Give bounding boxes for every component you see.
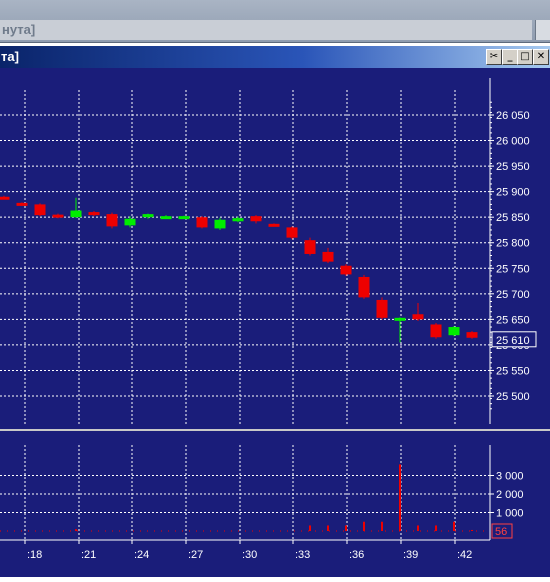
candles [0,195,478,343]
candle-body [430,324,442,338]
candle-body [268,223,280,227]
chart-area[interactable]: 26 050 26 000 25 950 25 900 25 850 25 800 25 7… [0,68,550,577]
candle-body [34,204,46,216]
candle-body [304,240,316,254]
candle-body [466,332,478,338]
candle-body [394,317,406,321]
time-label: :30 [242,549,257,561]
outer-window-edge [535,20,550,40]
time-label: :18 [27,549,42,561]
price-label: 25 750 [496,263,530,275]
volume-bar [309,525,311,531]
pin-button[interactable]: ✂ [486,49,502,65]
candle-body [88,212,100,216]
price-chart-svg[interactable]: 26 050 26 000 25 950 25 900 25 850 25 800 25 7… [0,68,550,577]
time-label: :27 [188,549,203,561]
maximize-button[interactable]: □ [517,49,533,65]
volume-bar [363,521,365,531]
volume-bar [75,529,77,531]
candle-body [358,276,370,298]
volume-bars [0,464,490,532]
candle-body [178,216,190,220]
price-label: 25 650 [496,314,530,326]
candle-body [124,218,136,226]
price-label: 25 700 [496,289,530,301]
candle-body [214,219,226,229]
chart-window-titlebar: та] ✂ _ □ ✕ [0,46,550,68]
maximize-icon: □ [520,51,530,62]
volume-bar [381,521,383,531]
price-label: 25 800 [496,238,530,250]
candle-body [412,314,424,320]
minimize-button[interactable]: _ [502,49,518,65]
time-label: :33 [295,549,310,561]
time-label: :39 [403,549,418,561]
volume-bar [471,529,473,531]
candle-body [142,214,154,218]
candle-body [196,217,208,228]
volume-label: 1 000 [496,508,524,520]
grid [0,78,550,544]
time-label: :36 [349,549,364,561]
volume-bar [327,525,329,531]
price-label: 25 900 [496,187,530,199]
candle-body [0,196,10,200]
current-price-label: 25 610 [496,335,530,347]
volume-bar [453,521,455,531]
time-label: :24 [134,549,149,561]
price-label: 26 050 [496,110,530,122]
volume-label: 3 000 [496,471,524,483]
pin-icon: ✂ [489,51,499,62]
candle-body [250,216,262,222]
candle-body [232,218,244,222]
candle-body [16,202,28,206]
axis-labels: 26 050 26 000 25 950 25 900 25 850 25 800 25 7… [27,110,537,561]
close-button[interactable]: ✕ [533,49,549,65]
outer-window-titlebar: нута] [0,0,550,43]
time-label: :42 [457,549,472,561]
candle-body [106,214,118,227]
minimize-icon: _ [507,51,513,62]
candle-body [70,210,82,218]
volume-label: 2 000 [496,489,524,501]
price-label: 25 500 [496,391,530,403]
candle-body [286,227,298,238]
price-label: 25 550 [496,365,530,377]
volume-bar [399,464,401,531]
outer-window-title: нута] [0,20,532,40]
candle-body [448,327,460,336]
price-label: 25 950 [496,161,530,173]
candle-body [160,216,172,220]
chart-window-title: та] [1,49,19,64]
volume-bar [345,525,347,531]
current-volume-label: 56 [495,526,507,538]
volume-bar [435,525,437,531]
candle-body [340,265,352,275]
close-icon: ✕ [536,51,546,62]
price-label: 26 000 [496,136,530,148]
volume-bar [417,525,419,531]
price-label: 25 850 [496,212,530,224]
candle-body [322,251,334,262]
candle-body [52,214,64,218]
candle-body [376,299,388,318]
time-label: :21 [81,549,96,561]
